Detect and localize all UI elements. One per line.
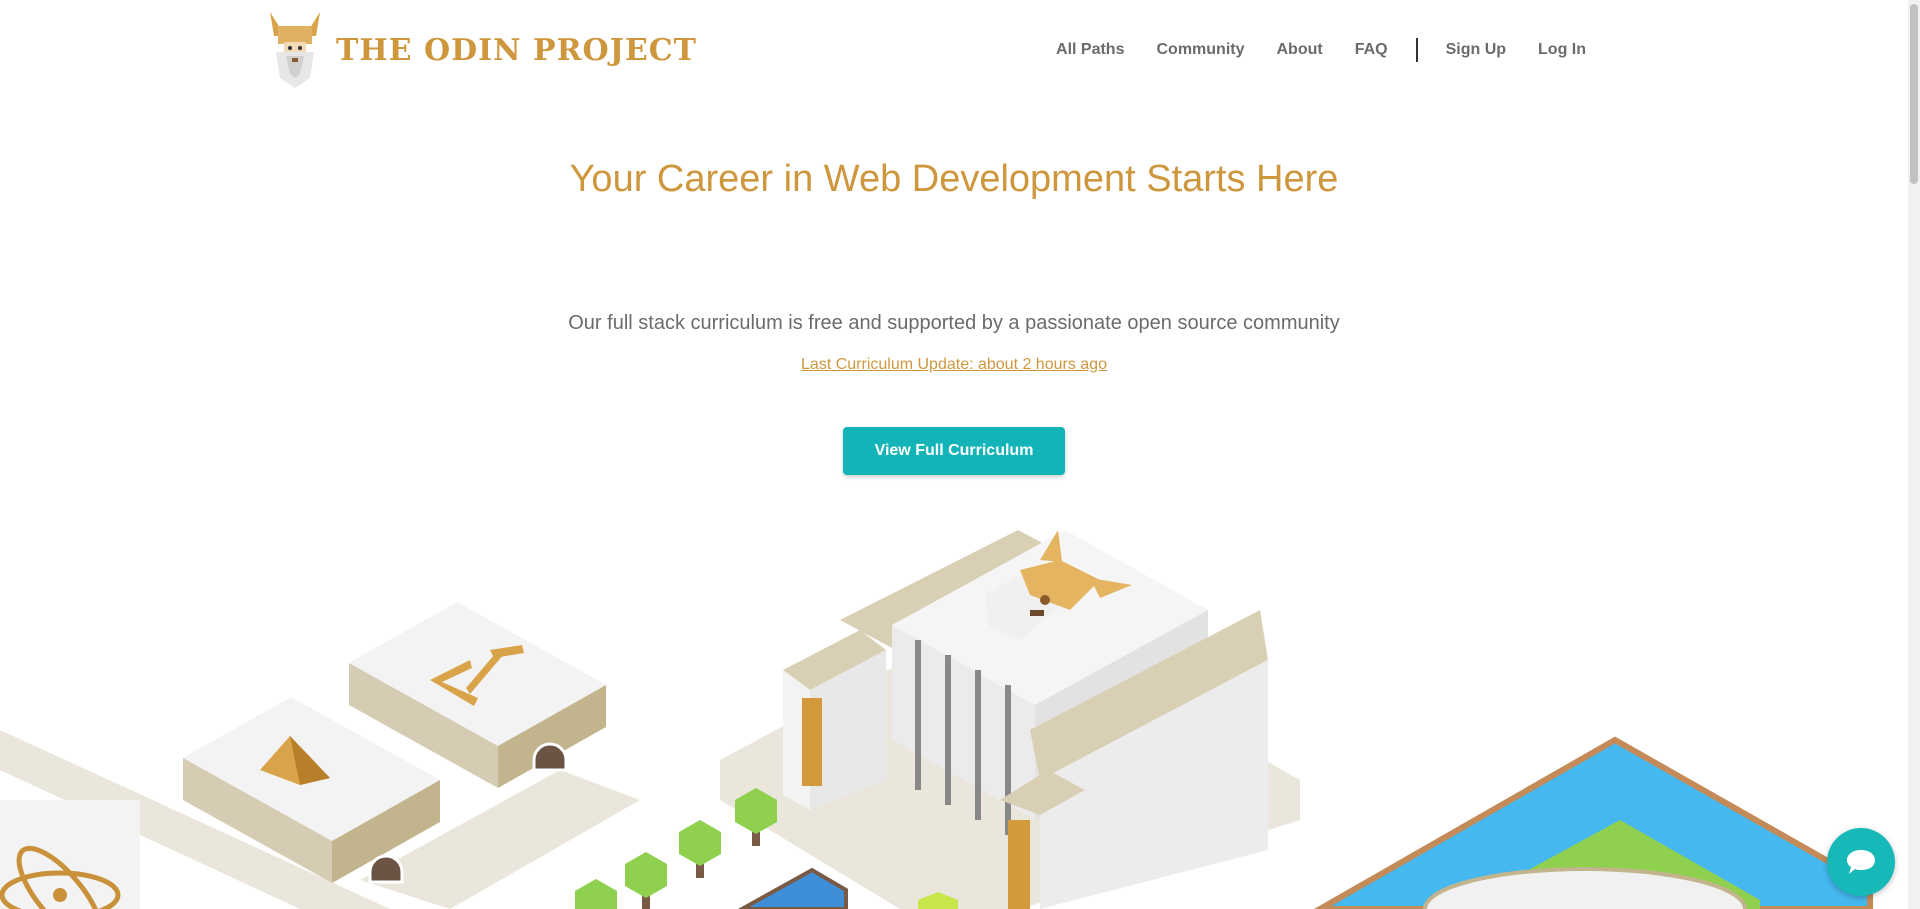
nav-divider: [1415, 38, 1418, 62]
view-curriculum-button[interactable]: View Full Curriculum: [843, 427, 1065, 475]
nav-faq[interactable]: FAQ: [1355, 41, 1388, 59]
page: THE ODIN PROJECT All Paths Community Abo…: [0, 0, 1908, 909]
hero-subtitle: Our full stack curriculum is free and su…: [568, 312, 1340, 334]
curriculum-update: Last Curriculum Update: about 2 hours ag…: [0, 356, 1908, 374]
curriculum-update-link[interactable]: Last Curriculum Update: about 2 hours ag…: [801, 356, 1107, 373]
chat-icon: [1847, 850, 1875, 874]
nav-log-in[interactable]: Log In: [1538, 41, 1586, 59]
isometric-city-illustration: [0, 530, 1873, 909]
odin-logo-icon: [270, 12, 320, 88]
main-nav: All Paths Community About FAQ Sign Up Lo…: [1024, 38, 1586, 62]
nav-sign-up[interactable]: Sign Up: [1446, 41, 1506, 59]
site-logo[interactable]: THE ODIN PROJECT: [266, 12, 697, 88]
chat-button[interactable]: [1827, 828, 1895, 896]
nav-community[interactable]: Community: [1156, 41, 1244, 59]
nav-all-paths[interactable]: All Paths: [1056, 41, 1124, 59]
hero-title: Your Career in Web Development Starts He…: [569, 158, 1339, 200]
page-scrollbar[interactable]: [1908, 0, 1920, 909]
nav-about[interactable]: About: [1276, 41, 1322, 59]
logo-text: THE ODIN PROJECT: [336, 32, 697, 68]
scrollbar-thumb[interactable]: [1910, 4, 1918, 184]
